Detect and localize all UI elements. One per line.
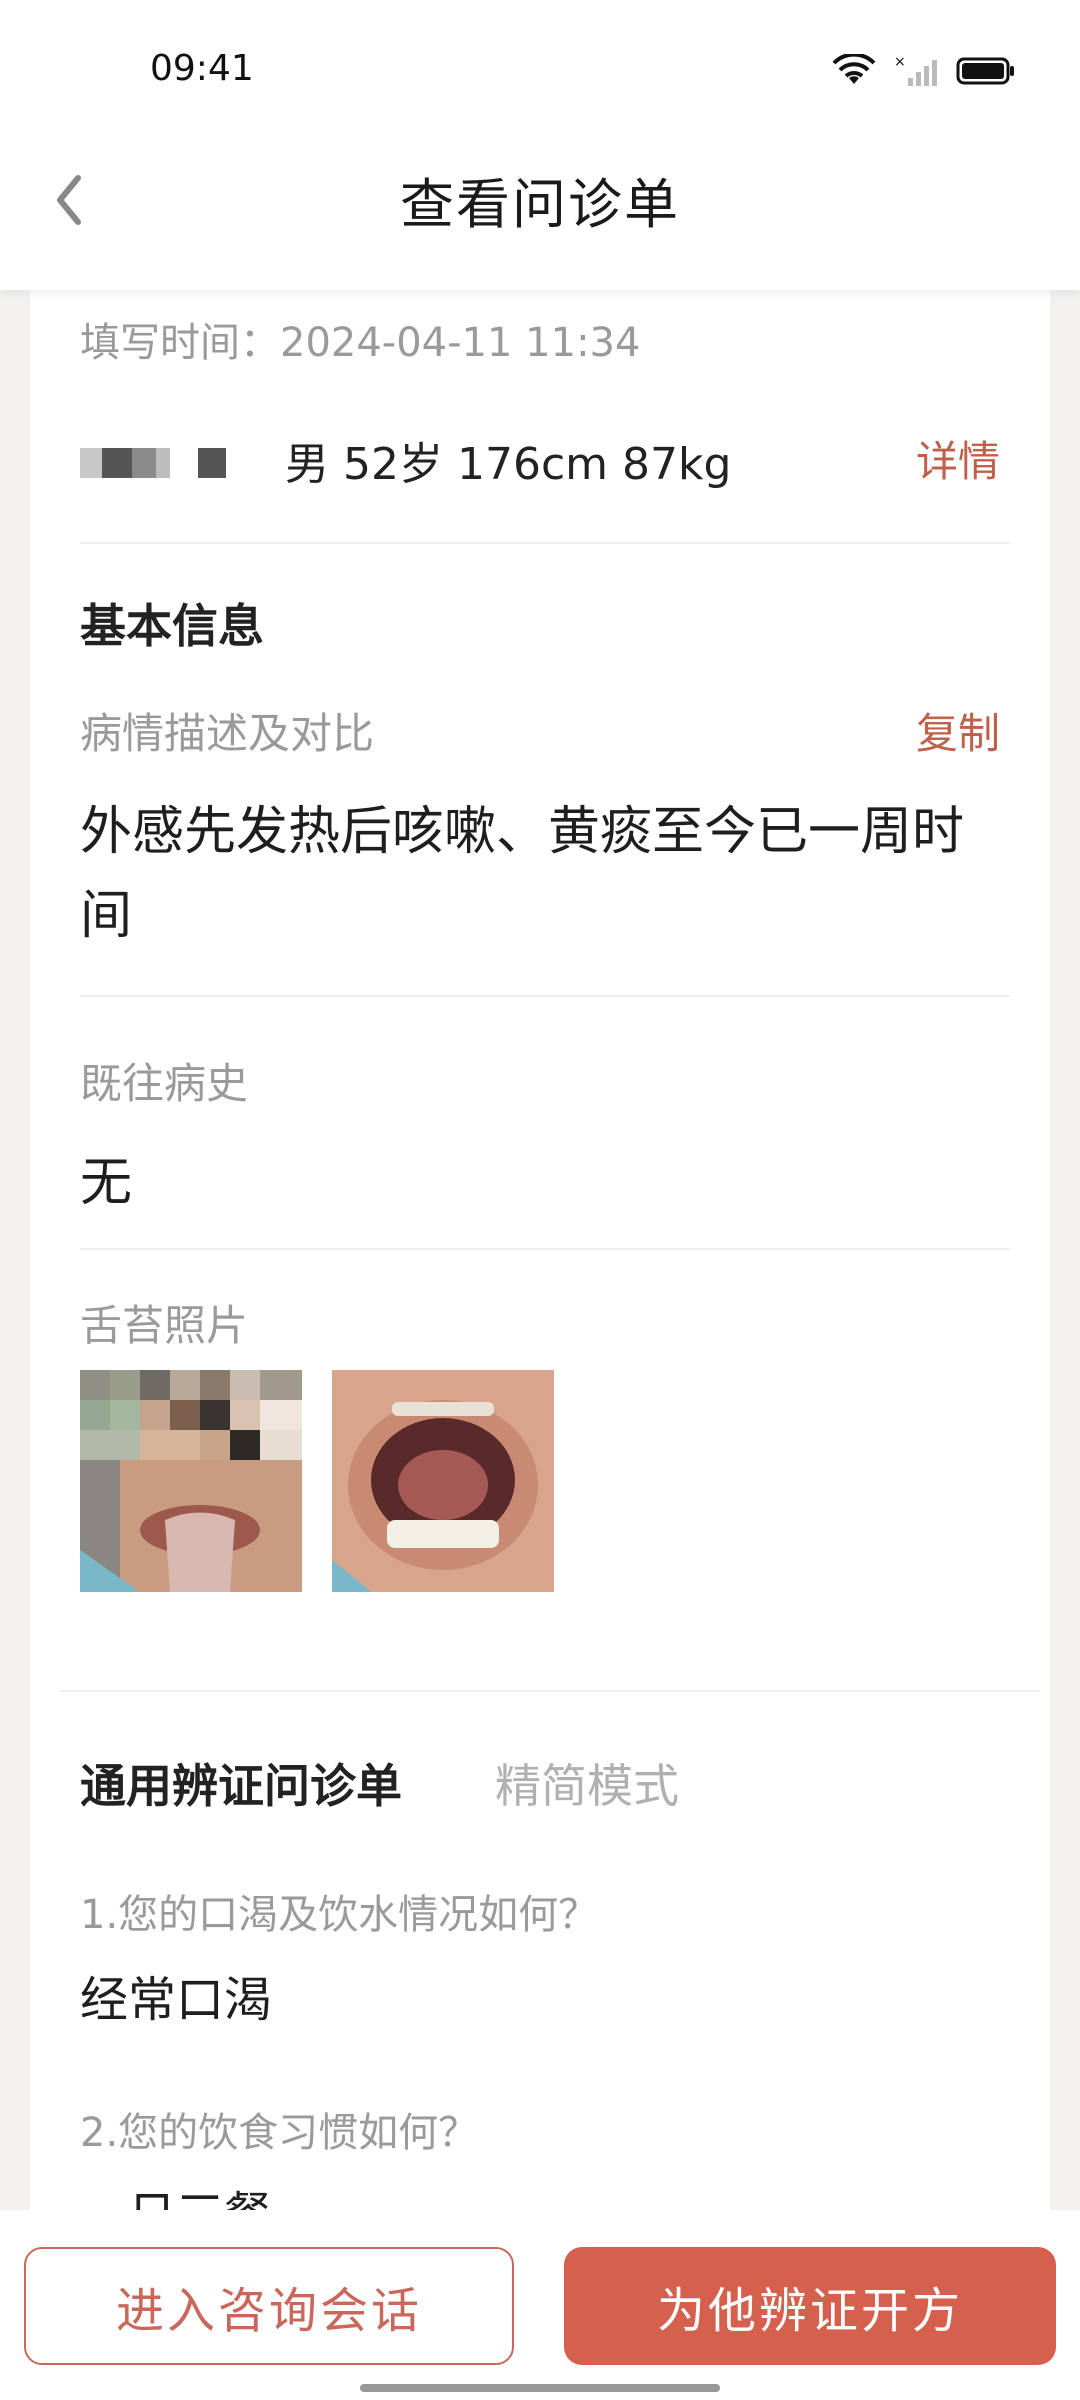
divider xyxy=(80,542,1010,544)
questionnaire-title: 通用辨证问诊单 xyxy=(80,1759,402,1813)
simple-mode-toggle[interactable]: 精简模式 xyxy=(495,1750,679,1816)
battery-icon xyxy=(956,56,1016,86)
patient-row: 男 52岁 176cm 87kg 详情 xyxy=(80,420,1000,500)
bottom-action-bar: 进入咨询会话 为他辨证开方 xyxy=(0,2210,1080,2400)
fill-time: 填写时间：2024-04-11 11:34 xyxy=(80,320,641,366)
tongue-photos xyxy=(80,1370,554,1592)
nav-bar: 查看问诊单 xyxy=(0,140,1080,290)
copy-button[interactable]: 复制 xyxy=(916,700,1000,761)
svg-text:×: × xyxy=(894,54,906,70)
divider xyxy=(80,1248,1010,1250)
answer-1: 经常口渴 xyxy=(80,1972,273,2028)
tongue-photo[interactable] xyxy=(80,1370,302,1592)
history-text: 无 xyxy=(80,1153,133,1213)
divider xyxy=(60,1690,1040,1692)
tongue-photo[interactable] xyxy=(332,1370,554,1592)
home-indicator xyxy=(360,2384,720,2392)
description-text: 外感先发热后咳嗽、黄痰至今已一周时间 xyxy=(80,802,965,946)
signal-icon: × xyxy=(894,54,938,88)
enter-chat-button[interactable]: 进入咨询会话 xyxy=(24,2247,514,2365)
status-bar: 09:41 × xyxy=(0,0,1080,140)
status-time: 09:41 xyxy=(150,48,254,89)
prescribe-button[interactable]: 为他辨证开方 xyxy=(564,2247,1056,2365)
wifi-icon xyxy=(832,54,876,88)
consultation-card: 填写时间：2024-04-11 11:34 男 52岁 176cm 87kg 详… xyxy=(30,290,1050,2243)
divider xyxy=(80,995,1010,997)
patient-name-mask xyxy=(80,448,230,478)
tongue-photos-label: 舌苔照片 xyxy=(80,1301,249,1350)
basic-info-title: 基本信息 xyxy=(80,599,264,653)
history-label: 既往病史 xyxy=(80,1059,249,1108)
patient-info: 男 52岁 176cm 87kg xyxy=(285,439,732,490)
page-title: 查看问诊单 xyxy=(400,173,680,236)
detail-link[interactable]: 详情 xyxy=(916,428,1000,489)
question-2: 2.您的饮食习惯如何？ xyxy=(80,2110,479,2156)
question-1: 1.您的口渴及饮水情况如何？ xyxy=(80,1892,599,1938)
description-label: 病情描述及对比 xyxy=(80,709,375,758)
status-icons: × xyxy=(832,54,1016,88)
